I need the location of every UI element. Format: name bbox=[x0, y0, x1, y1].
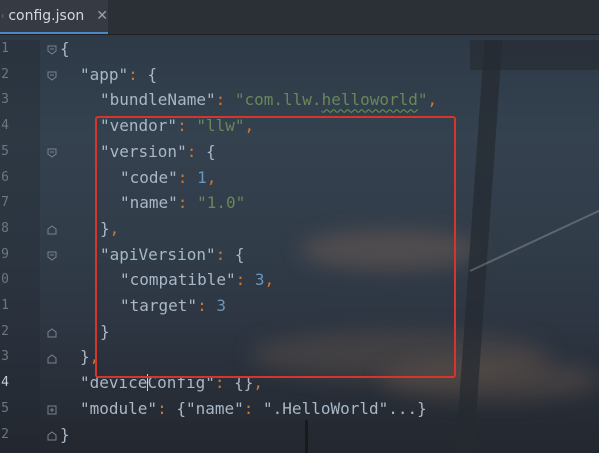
line-number: 5 bbox=[1, 143, 9, 159]
gutter-line: 7 bbox=[0, 192, 12, 218]
line-number: 8 bbox=[1, 220, 9, 236]
highlight-annotation-box bbox=[95, 116, 456, 378]
line-number: 1 bbox=[1, 41, 9, 56]
code-line-15[interactable]: "module": {"name": ".HelloWorld"...} bbox=[80, 396, 427, 422]
fold-expand-icon[interactable] bbox=[47, 405, 57, 415]
code-editor[interactable]: 1 2 3 4 5 6 7 8 9 0 1 2 3 4 5 2 { "app":… bbox=[0, 34, 599, 453]
gutter-line: 4 bbox=[0, 372, 12, 398]
line-number: 2 bbox=[1, 426, 9, 442]
close-icon[interactable]: ✕ bbox=[96, 8, 108, 24]
fold-end-icon[interactable] bbox=[47, 354, 57, 364]
line-number: 9 bbox=[1, 246, 9, 262]
code-line-16[interactable]: } bbox=[60, 422, 70, 448]
line-number: 4 bbox=[1, 118, 9, 134]
editor-tab-bar: config.json ✕ bbox=[0, 0, 599, 35]
line-number: 1 bbox=[1, 298, 9, 313]
folded-region[interactable]: ... bbox=[388, 399, 417, 418]
line-number: 3 bbox=[1, 349, 9, 365]
gutter-line: 0 bbox=[0, 269, 12, 295]
fold-end-icon[interactable] bbox=[47, 225, 57, 235]
line-number: 2 bbox=[1, 323, 9, 339]
line-number: 6 bbox=[1, 169, 9, 185]
line-number: 7 bbox=[1, 195, 9, 211]
gutter-line: 1 bbox=[0, 38, 12, 64]
fold-collapse-icon[interactable] bbox=[47, 71, 57, 81]
gutter-line: 6 bbox=[0, 167, 12, 193]
gutter-line: 5 bbox=[0, 141, 12, 167]
line-number: 3 bbox=[1, 92, 9, 108]
gutter-line: 5 bbox=[0, 398, 12, 424]
gutter-line: 9 bbox=[0, 244, 12, 270]
gutter-line: 4 bbox=[0, 115, 12, 141]
gutter-line: 2 bbox=[0, 64, 12, 90]
gutter-line: 1 bbox=[0, 295, 12, 321]
tab-label: config.json bbox=[8, 8, 85, 24]
line-number-current: 4 bbox=[1, 375, 9, 391]
gutter-line: 3 bbox=[0, 346, 12, 372]
line-number: 5 bbox=[1, 400, 9, 416]
line-number: 0 bbox=[1, 272, 9, 288]
json-file-icon bbox=[2, 14, 4, 18]
tab-config-json[interactable]: config.json ✕ bbox=[0, 0, 108, 34]
code-line-3[interactable]: "bundleName": "com.llw.helloworld", bbox=[100, 87, 437, 113]
code-line-1[interactable]: { bbox=[60, 36, 70, 62]
gutter-line: 2 bbox=[0, 321, 12, 347]
spellcheck-warning: helloworld bbox=[321, 90, 418, 110]
fold-end-icon[interactable] bbox=[47, 431, 57, 441]
fold-collapse-icon[interactable] bbox=[47, 148, 57, 158]
gutter-line: 3 bbox=[0, 89, 12, 115]
gutter-line: 2 bbox=[0, 424, 12, 450]
code-line-2[interactable]: "app": { bbox=[80, 62, 157, 88]
line-number: 2 bbox=[1, 66, 9, 82]
gutter-line: 8 bbox=[0, 218, 12, 244]
fold-collapse-icon[interactable] bbox=[47, 251, 57, 261]
fold-end-icon[interactable] bbox=[47, 328, 57, 338]
fold-collapse-icon[interactable] bbox=[47, 45, 57, 55]
